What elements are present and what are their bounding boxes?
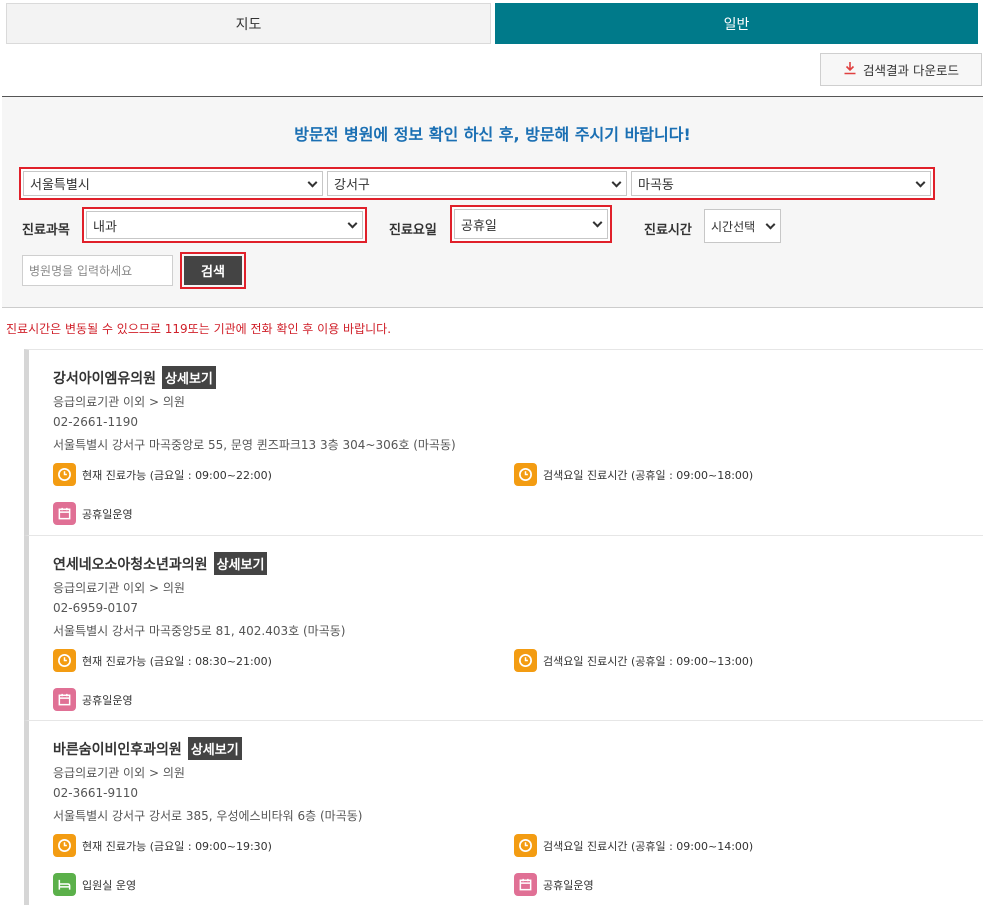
- clock-icon: [514, 649, 537, 672]
- holiday-badge: 공휴일운영: [514, 873, 594, 896]
- dept-highlight: 내과: [82, 207, 367, 243]
- chevron-down-icon: [765, 219, 776, 230]
- clock-icon: [514, 834, 537, 857]
- now-hours: 현재 진료가능 (금요일 : 09:00~22:00): [53, 463, 272, 486]
- result-list: 강서아이엠유의원 상세보기 응급의료기관 이외 > 의원 02-2661-119…: [2, 349, 983, 905]
- hours-warning: 진료시간은 변동될 수 있으므로 119또는 기관에 전화 확인 후 이용 바랍…: [6, 322, 392, 336]
- time-select[interactable]: 시간선택: [704, 209, 781, 243]
- search-hours-text: 검색요일 진료시간 (공휴일 : 09:00~13:00): [543, 654, 754, 668]
- search-button[interactable]: 검색: [184, 256, 242, 285]
- sido-value: 서울특별시: [30, 178, 90, 193]
- holiday-badge-text: 공휴일운영: [82, 693, 133, 707]
- clock-icon: [53, 834, 76, 857]
- chevron-down-icon: [915, 177, 926, 188]
- hospital-address: 서울특별시 강서구 강서로 385, 우성에스비타워 6층 (마곡동): [53, 809, 363, 823]
- hospital-category: 응급의료기관 이외 > 의원: [53, 766, 185, 780]
- now-hours-text: 현재 진료가능 (금요일 : 08:30~21:00): [82, 654, 272, 668]
- view-tabs: 지도 일반: [6, 3, 978, 44]
- dept-label: 진료과목: [22, 223, 70, 238]
- hospital-name: 바른숨이비인후과의원: [53, 741, 182, 758]
- now-hours: 현재 진료가능 (금요일 : 09:00~19:30): [53, 834, 272, 857]
- dong-value: 마곡동: [638, 178, 674, 193]
- chevron-down-icon: [592, 217, 603, 228]
- hospital-phone: 02-6959-0107: [53, 601, 139, 615]
- dept-select[interactable]: 내과: [86, 211, 363, 239]
- time-value: 시간선택: [711, 219, 756, 234]
- hospital-address: 서울특별시 강서구 마곡중앙5로 81, 402.403호 (마곡동): [53, 624, 346, 638]
- tab-general[interactable]: 일반: [495, 3, 978, 44]
- sigungu-value: 강서구: [334, 178, 370, 193]
- dept-value: 내과: [93, 219, 117, 235]
- calendar-icon: [53, 688, 76, 711]
- hospital-phone: 02-3661-9110: [53, 786, 139, 800]
- holiday-badge-text: 공휴일운영: [82, 507, 133, 521]
- holiday-badge-text: 공휴일운영: [543, 878, 594, 892]
- day-label: 진료요일: [389, 223, 437, 238]
- inpatient-badge: 입원실 운영: [53, 873, 136, 896]
- dong-select[interactable]: 마곡동: [631, 171, 931, 196]
- search-panel: 방문전 병원에 정보 확인 하신 후, 방문해 주시기 바랍니다! 서울특별시 …: [2, 96, 983, 308]
- hospital-name-input[interactable]: [22, 255, 173, 286]
- tab-map[interactable]: 지도: [6, 3, 491, 44]
- search-highlight: 검색: [180, 252, 246, 289]
- hospital-address: 서울특별시 강서구 마곡중앙로 55, 문영 퀸즈파크13 3층 304~306…: [53, 438, 456, 452]
- now-hours: 현재 진료가능 (금요일 : 08:30~21:00): [53, 649, 272, 672]
- result-title: 연세네오소아청소년과의원 상세보기: [53, 552, 268, 575]
- now-hours-text: 현재 진료가능 (금요일 : 09:00~22:00): [82, 468, 272, 482]
- hospital-phone: 02-2661-1190: [53, 415, 139, 429]
- inpatient-badge-text: 입원실 운영: [82, 878, 137, 892]
- hospital-name: 강서아이엠유의원: [53, 370, 157, 387]
- holiday-badge: 공휴일운영: [53, 502, 133, 525]
- list-item: 강서아이엠유의원 상세보기 응급의료기관 이외 > 의원 02-2661-119…: [24, 349, 983, 535]
- sigungu-select[interactable]: 강서구: [327, 171, 627, 196]
- region-selects: 서울특별시 강서구 마곡동: [19, 167, 935, 200]
- list-item: 바른숨이비인후과의원 상세보기 응급의료기관 이외 > 의원 02-3661-9…: [24, 720, 983, 905]
- chevron-down-icon: [611, 177, 622, 188]
- calendar-icon: [53, 502, 76, 525]
- sido-select[interactable]: 서울특별시: [23, 171, 323, 196]
- day-value: 공휴일: [461, 218, 497, 234]
- download-results-button[interactable]: 검색결과 다운로드: [820, 53, 982, 86]
- search-hours: 검색요일 진료시간 (공휴일 : 09:00~14:00): [514, 834, 753, 857]
- detail-button[interactable]: 상세보기: [187, 737, 242, 760]
- holiday-badge: 공휴일운영: [53, 688, 133, 711]
- chevron-down-icon: [307, 177, 318, 188]
- bed-icon: [53, 873, 76, 896]
- hospital-name: 연세네오소아청소년과의원: [53, 556, 208, 573]
- time-label: 진료시간: [644, 223, 692, 238]
- result-title: 강서아이엠유의원 상세보기: [53, 366, 216, 389]
- clock-icon: [514, 463, 537, 486]
- detail-button[interactable]: 상세보기: [213, 552, 268, 575]
- hospital-category: 응급의료기관 이외 > 의원: [53, 581, 185, 595]
- notice-title: 방문전 병원에 정보 확인 하신 후, 방문해 주시기 바랍니다!: [294, 125, 691, 144]
- download-label: 검색결과 다운로드: [863, 63, 959, 78]
- list-item: 연세네오소아청소년과의원 상세보기 응급의료기관 이외 > 의원 02-6959…: [24, 535, 983, 720]
- search-hours: 검색요일 진료시간 (공휴일 : 09:00~13:00): [514, 649, 753, 672]
- result-title: 바른숨이비인후과의원 상세보기: [53, 737, 242, 760]
- search-hours: 검색요일 진료시간 (공휴일 : 09:00~18:00): [514, 463, 753, 486]
- calendar-icon: [514, 873, 537, 896]
- day-select[interactable]: 공휴일: [454, 209, 608, 239]
- clock-icon: [53, 649, 76, 672]
- chevron-down-icon: [347, 218, 358, 229]
- detail-button[interactable]: 상세보기: [162, 366, 216, 389]
- now-hours-text: 현재 진료가능 (금요일 : 09:00~19:30): [82, 839, 272, 853]
- download-icon: [843, 61, 857, 78]
- hospital-category: 응급의료기관 이외 > 의원: [53, 395, 185, 409]
- clock-icon: [53, 463, 76, 486]
- day-highlight: 공휴일: [450, 205, 612, 243]
- search-hours-text: 검색요일 진료시간 (공휴일 : 09:00~14:00): [543, 839, 754, 853]
- search-hours-text: 검색요일 진료시간 (공휴일 : 09:00~18:00): [543, 468, 754, 482]
